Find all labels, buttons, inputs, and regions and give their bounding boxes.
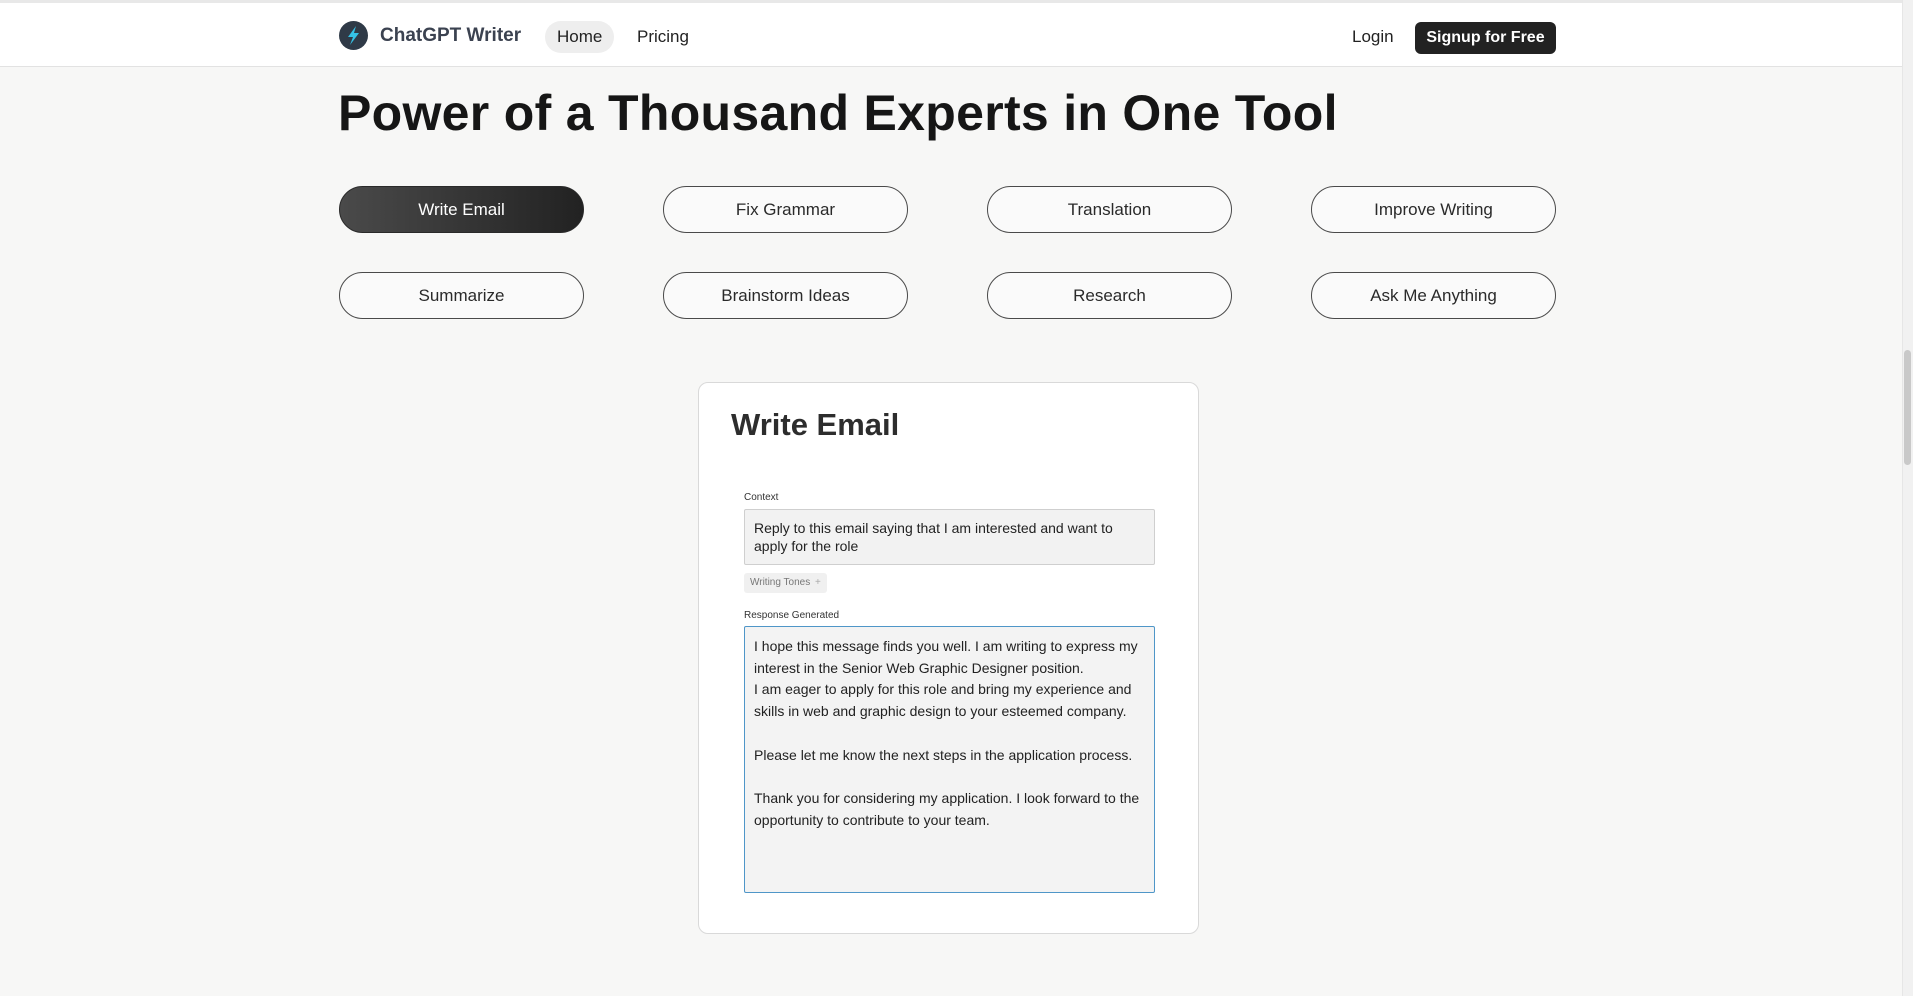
writing-tones-label: Writing Tones	[750, 577, 811, 588]
context-label: Context	[744, 492, 779, 503]
tool-improve-writing-button[interactable]: Improve Writing	[1311, 186, 1556, 233]
write-email-demo-card: Write Email Context Reply to this email …	[698, 382, 1199, 934]
nav-home-link[interactable]: Home	[545, 21, 615, 53]
response-paragraph: Please let me know the next steps in the…	[754, 746, 1133, 763]
tool-write-email-button[interactable]: Write Email	[339, 186, 584, 233]
brand-name: ChatGPT Writer	[380, 24, 522, 46]
response-label: Response Generated	[744, 610, 840, 621]
writing-tones-button[interactable]: Writing Tones +	[744, 573, 827, 593]
context-input[interactable]: Reply to this email saying that I am int…	[744, 509, 1155, 565]
login-link[interactable]: Login	[1352, 21, 1394, 53]
response-paragraph: I am eager to apply for this role and br…	[754, 681, 1132, 720]
nav-pricing-link[interactable]: Pricing	[637, 21, 689, 53]
signup-button[interactable]: Signup for Free	[1415, 22, 1556, 54]
tool-summarize-button[interactable]: Summarize	[339, 272, 584, 319]
tool-fix-grammar-button[interactable]: Fix Grammar	[663, 186, 908, 233]
page-scrollbar-track[interactable]	[1902, 0, 1913, 996]
page: ChatGPT Writer Home Pricing Login Signup…	[0, 0, 1913, 996]
tool-brainstorm-ideas-button[interactable]: Brainstorm Ideas	[663, 272, 908, 319]
response-paragraph: Thank you for considering my application…	[754, 789, 1140, 828]
tool-ask-me-anything-button[interactable]: Ask Me Anything	[1311, 272, 1556, 319]
response-paragraph: I hope this message finds you well. I am…	[754, 638, 1138, 676]
tool-translation-button[interactable]: Translation	[987, 186, 1232, 233]
plus-icon: +	[815, 577, 821, 588]
response-textarea[interactable]: I hope this message finds you well. I am…	[744, 626, 1155, 893]
tool-research-button[interactable]: Research	[987, 272, 1232, 319]
demo-card-title: Write Email	[731, 407, 900, 442]
page-headline: Power of a Thousand Experts in One Tool	[338, 85, 1338, 141]
page-scrollbar-thumb[interactable]	[1904, 350, 1911, 465]
top-navigation-bar: ChatGPT Writer Home Pricing Login Signup…	[0, 0, 1902, 67]
brand-logo-link[interactable]: ChatGPT Writer	[339, 21, 521, 50]
lightning-bolt-icon	[339, 21, 368, 50]
